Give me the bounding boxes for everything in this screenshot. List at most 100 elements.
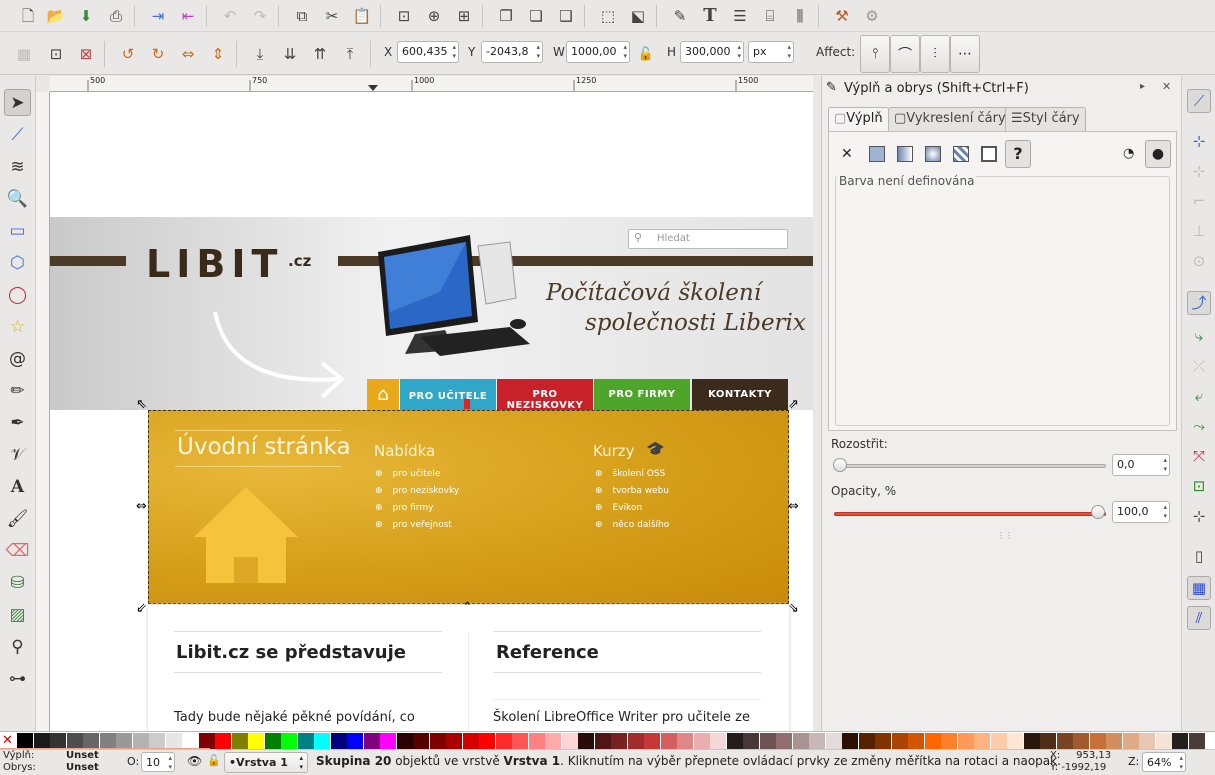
visibility-icon[interactable]: 👁	[187, 754, 202, 768]
ellipse-tool-icon[interactable]: ◯	[4, 281, 31, 308]
color-swatch[interactable]	[198, 733, 215, 749]
color-swatch[interactable]	[924, 733, 941, 749]
snap-bbox-icon[interactable]: ⊹	[1187, 129, 1211, 153]
site-search-input[interactable]: Hledat	[628, 229, 788, 249]
scale-stroke-button[interactable]: ⫯	[860, 35, 890, 73]
color-swatch[interactable]	[578, 733, 594, 749]
linear-gradient-icon[interactable]	[897, 146, 913, 162]
raise-to-top-icon[interactable]: ⤒	[338, 42, 362, 66]
color-swatch[interactable]	[710, 733, 726, 749]
flat-color-icon[interactable]	[869, 146, 885, 162]
flip-vertical-icon[interactable]: ⇕	[206, 42, 230, 66]
color-swatch[interactable]	[941, 733, 957, 749]
gear-icon[interactable]: ⚙	[860, 4, 884, 28]
transform-gradients-button[interactable]: ⫶	[920, 35, 950, 73]
color-swatch[interactable]	[297, 733, 314, 749]
color-swatch[interactable]	[594, 733, 611, 749]
y-field[interactable]: -2043,8	[481, 41, 543, 63]
height-field[interactable]: 300,000	[680, 41, 744, 63]
snap-paths-icon[interactable]: ⤷	[1187, 324, 1211, 348]
color-swatch[interactable]	[347, 733, 363, 749]
export-icon[interactable]: ⇤	[176, 4, 200, 28]
node-tool-icon[interactable]: ⟋	[4, 121, 31, 148]
color-swatch[interactable]	[677, 733, 693, 749]
color-swatch[interactable]	[825, 733, 842, 749]
color-swatch[interactable]	[990, 733, 1007, 749]
close-icon[interactable]: ✕	[1162, 80, 1171, 93]
color-swatch[interactable]	[429, 733, 446, 749]
snap-intersection-icon[interactable]: ⤫	[1187, 354, 1211, 378]
color-swatch[interactable]	[644, 733, 660, 749]
color-swatch[interactable]	[792, 733, 809, 749]
no-paint-icon[interactable]: ✕	[841, 146, 853, 162]
tweak-tool-icon[interactable]: ≋	[4, 153, 31, 180]
scale-handle-nw[interactable]: ⇖	[136, 398, 147, 411]
color-swatch[interactable]	[83, 733, 99, 749]
color-swatch[interactable]	[858, 733, 875, 749]
color-swatch[interactable]	[957, 733, 974, 749]
text-icon[interactable]: T	[698, 4, 722, 28]
color-swatch[interactable]	[165, 733, 182, 749]
paint-bucket-tool-icon[interactable]: ⛁	[4, 569, 31, 596]
color-swatch[interactable]	[908, 733, 924, 749]
nav-pro-firmy[interactable]: PRO FIRMY	[594, 379, 690, 410]
open-icon[interactable]: 📂	[44, 4, 68, 28]
color-swatch[interactable]	[660, 733, 677, 749]
eraser-tool-icon[interactable]: ⌫	[4, 537, 31, 564]
nav-pro-ucitele[interactable]: PRO UČITELE	[400, 379, 496, 410]
color-swatch[interactable]	[1056, 733, 1073, 749]
scale-handle-ne[interactable]: ⇗	[788, 398, 799, 411]
fill-rule-evenodd-icon[interactable]: ◔	[1123, 146, 1134, 161]
color-swatch[interactable]	[132, 733, 149, 749]
tab-fill[interactable]: ▢Výplň	[828, 107, 889, 131]
3d-box-tool-icon[interactable]: ⬡	[4, 249, 31, 276]
transform-patterns-button[interactable]: ⋯	[950, 35, 980, 73]
snap-rotation-center-icon[interactable]: ⊹	[1187, 504, 1211, 528]
zoom-drawing-icon[interactable]: ⊕	[422, 4, 446, 28]
pattern-icon[interactable]	[953, 146, 969, 162]
width-field[interactable]: 1000,00	[566, 41, 630, 63]
cut-icon[interactable]: ✂	[320, 4, 344, 28]
scale-handle-w[interactable]: ⇔	[136, 500, 147, 513]
zoom-field[interactable]: 64%	[1142, 752, 1186, 772]
color-swatch[interactable]	[743, 733, 759, 749]
layer-lock-icon[interactable]: 🔓	[207, 754, 221, 767]
save-icon[interactable]: ⬇	[74, 4, 98, 28]
pencil-tool-icon[interactable]: ✏	[4, 377, 31, 404]
zoom-selection-icon[interactable]: ⊡	[392, 4, 416, 28]
color-swatch[interactable]	[330, 733, 347, 749]
color-swatch[interactable]	[974, 733, 990, 749]
unset-paint-button[interactable]: ?	[1005, 140, 1031, 168]
col1-item[interactable]: pro firmy	[375, 503, 434, 513]
color-swatch[interactable]	[264, 733, 281, 749]
color-swatch[interactable]	[462, 733, 479, 749]
col2-item[interactable]: něco dalšího	[595, 520, 670, 530]
fill-stroke-icon[interactable]: ✎	[668, 4, 692, 28]
snap-cusp-icon[interactable]: ⤶	[1187, 384, 1211, 408]
align-icon[interactable]: ⫼	[788, 4, 812, 28]
color-swatch[interactable]	[545, 733, 561, 749]
fill-rule-nonzero-icon[interactable]: ●	[1145, 140, 1171, 168]
snap-bbox-edge-icon[interactable]: ⊹	[1187, 159, 1211, 183]
col1-item[interactable]: pro veřejnost	[375, 520, 452, 530]
ungroup-icon[interactable]: ⬕	[626, 4, 650, 28]
color-swatch[interactable]	[693, 733, 710, 749]
color-swatch[interactable]	[314, 733, 330, 749]
nav-home-icon[interactable]: ⌂	[367, 379, 399, 410]
color-swatch[interactable]	[1188, 733, 1205, 749]
color-swatch[interactable]	[726, 733, 743, 749]
zoom-page-icon[interactable]: ⊞	[452, 4, 476, 28]
snap-grid-icon[interactable]: ▦	[1187, 576, 1211, 600]
blur-slider[interactable]	[834, 464, 1106, 468]
text-tool-icon[interactable]: A	[4, 473, 31, 500]
color-swatch[interactable]	[512, 733, 528, 749]
canvas[interactable]: LIBIT .cz Hledat ⚲ Počítačová školení sp…	[50, 92, 813, 731]
fill-value[interactable]: Unset	[66, 750, 99, 761]
stroke-value[interactable]: Unset	[66, 762, 99, 773]
color-swatch[interactable]	[182, 733, 198, 749]
opacity-field[interactable]: 100,0	[1112, 501, 1170, 523]
dock-collapse-icon[interactable]: ▸	[1140, 81, 1145, 92]
snap-bbox-center-icon[interactable]: ⊙	[1187, 249, 1211, 273]
nav-pro-neziskovky[interactable]: PRO NEZISKOVKY	[497, 379, 593, 411]
color-swatch[interactable]	[413, 733, 429, 749]
